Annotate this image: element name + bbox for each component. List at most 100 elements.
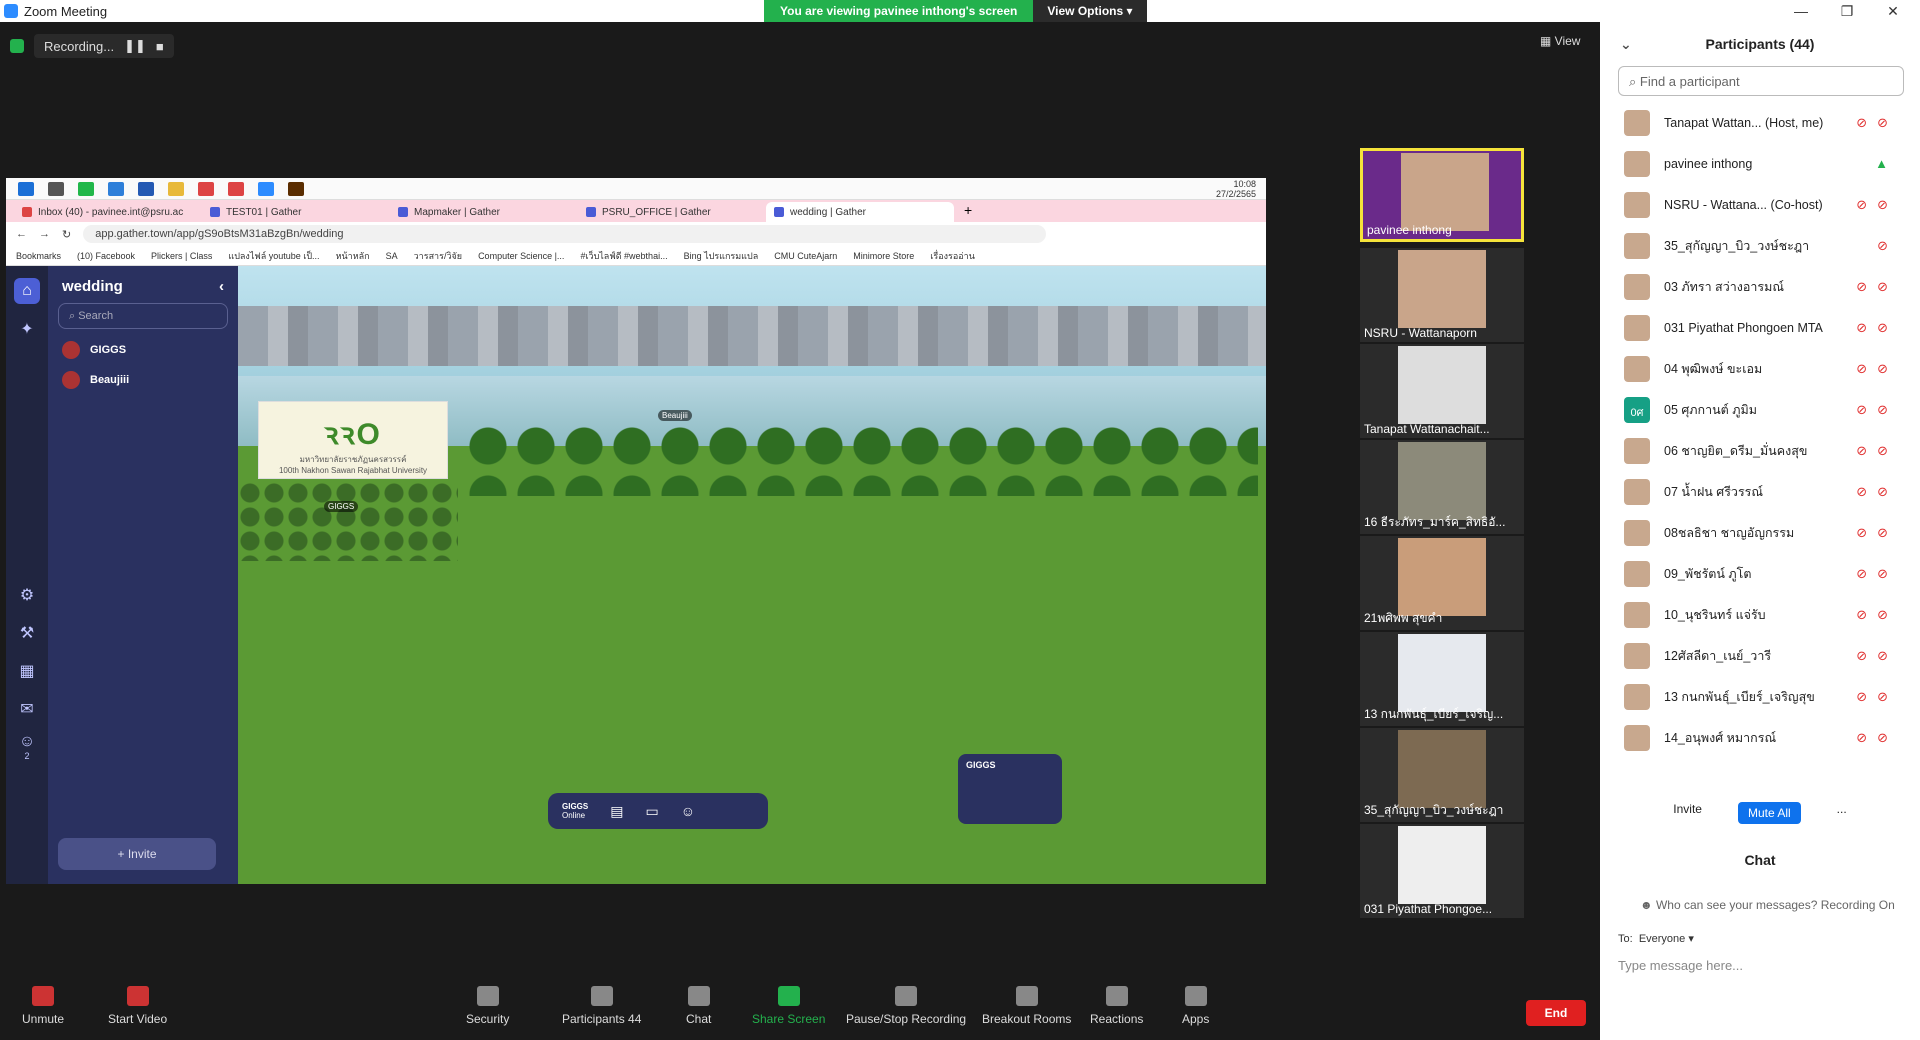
participants-button[interactable]: Participants 44 <box>562 986 641 1026</box>
participant-row[interactable]: 12ศัสลีดา_เนย์_วารี ⊘⊘ <box>1600 635 1920 676</box>
url-field[interactable]: app.gather.town/app/gS9oBtsM31aBzgBn/wed… <box>83 225 1046 243</box>
chrome-icon-2[interactable] <box>228 181 244 196</box>
map-icon[interactable]: ▤ <box>610 803 623 820</box>
chat-button[interactable]: Chat <box>686 986 711 1026</box>
edge-icon[interactable] <box>108 181 124 196</box>
windows-start-icon[interactable] <box>18 181 34 196</box>
recipient-dropdown[interactable]: Everyone <box>1639 933 1685 945</box>
browser-tab[interactable]: Inbox (40) - pavinee.int@psru.ac <box>14 202 202 222</box>
gather-search-input[interactable]: ⌕ Search <box>58 303 228 329</box>
screen-share-icon[interactable]: ▭ <box>645 803 658 820</box>
more-button[interactable]: ... <box>1837 802 1847 824</box>
find-participant-input[interactable]: ⌕ Find a participant <box>1618 66 1904 96</box>
pause-stop-recording-button[interactable]: Pause/Stop Recording <box>846 986 966 1026</box>
zoom-taskbar-icon[interactable] <box>258 181 274 196</box>
chrome-icon[interactable] <box>198 181 214 196</box>
participant-row[interactable]: 03 ภัทรา สว่างอารมณ์ ⊘⊘ <box>1600 266 1920 307</box>
bookmark[interactable]: Minimore Store <box>853 251 914 261</box>
video-thumb[interactable]: 16 ธีระภัทร_มาร์ค_สิทธิอั... <box>1360 440 1524 534</box>
close-icon[interactable]: ✕ <box>1870 0 1916 22</box>
browser-tab-active[interactable]: wedding | Gather <box>766 202 954 222</box>
restore-icon[interactable]: ❐ <box>1824 0 1870 22</box>
chat-visibility-note[interactable]: ☻ Who can see your messages? Recording O… <box>1640 898 1895 912</box>
video-thumb[interactable]: 031 Piyathat Phongoe... <box>1360 824 1524 918</box>
minimize-icon[interactable]: — <box>1778 0 1824 22</box>
participant-row[interactable]: 09_พัชรัตน์ ภูโต ⊘⊘ <box>1600 553 1920 594</box>
apps-button[interactable]: Apps <box>1182 986 1209 1026</box>
breakout-rooms-button[interactable]: Breakout Rooms <box>982 986 1071 1026</box>
explorer-icon[interactable] <box>168 181 184 196</box>
emoji-icon[interactable]: ☺ <box>681 803 695 819</box>
share-screen-button[interactable]: Share Screen <box>752 986 825 1026</box>
participant-row[interactable]: NSRU - Wattana... (Co-host) ⊘⊘ <box>1600 184 1920 225</box>
bookmark[interactable]: แปลงไฟล์ youtube เป็... <box>228 249 319 263</box>
participant-row[interactable]: 10_นุชรินทร์ แจ่รับ ⊘⊘ <box>1600 594 1920 635</box>
gather-map[interactable]: ꝛꝛO มหาวิทยาลัยราชภัฏนครสวรรค์ 100th Nak… <box>238 266 1266 884</box>
participant-row[interactable]: 14_อนุพงศ์ หมากรณ์ ⊘⊘ <box>1600 717 1920 758</box>
bookmark[interactable]: Computer Science |... <box>478 251 564 261</box>
reload-icon[interactable]: ↻ <box>62 228 71 241</box>
gather-invite-button[interactable]: + Invite <box>58 838 216 870</box>
self-status[interactable]: GIGGS Online <box>562 802 588 820</box>
new-tab-icon[interactable]: + <box>954 198 982 222</box>
browser-tab[interactable]: TEST01 | Gather <box>202 202 390 222</box>
participant-row[interactable]: 04 พุฒิพงษ์ ขะเอม ⊘⊘ <box>1600 348 1920 389</box>
browser-tab[interactable]: Mapmaker | Gather <box>390 202 578 222</box>
forward-icon[interactable]: → <box>39 228 50 240</box>
participant-row[interactable]: Tanapat Wattan... (Host, me) ⊘⊘ <box>1600 102 1920 143</box>
player-item[interactable]: Beaujiii <box>48 359 238 389</box>
participant-row[interactable]: pavinee inthong ▲ <box>1600 143 1920 184</box>
participant-row[interactable]: 08ชลธิชา ชาญอัญกรรม ⊘⊘ <box>1600 512 1920 553</box>
participant-row[interactable]: 35_สุกัญญา_บิว_วงษ์ชะฎา ⊘ <box>1600 225 1920 266</box>
home-icon[interactable]: ⌂ <box>14 278 40 304</box>
collapse-panel-chevron-icon[interactable]: ⌄ <box>1620 36 1632 53</box>
participant-row[interactable]: 031 Piyathat Phongoen MTA ⊘⊘ <box>1600 307 1920 348</box>
participant-row[interactable]: 13 กนกพันธุ์_เบียร์_เจริญสุข ⊘⊘ <box>1600 676 1920 717</box>
browser-tab[interactable]: PSRU_OFFICE | Gather <box>578 202 766 222</box>
participant-row[interactable]: 06 ชาญยิต_ดรีม_มั่นคงสุข ⊘⊘ <box>1600 430 1920 471</box>
settings-icon[interactable]: ⚙ <box>14 582 40 608</box>
pause-recording-icon[interactable]: ❚❚ <box>124 38 146 54</box>
line-app-icon[interactable] <box>78 181 94 196</box>
bookmark[interactable]: หน้าหลัก <box>336 249 370 263</box>
unmute-button[interactable]: Unmute <box>22 986 64 1026</box>
video-thumb[interactable]: Tanapat Wattanachait... <box>1360 344 1524 438</box>
bookmark[interactable]: SA <box>386 251 398 261</box>
pin-icon[interactable]: ✦ <box>14 316 40 342</box>
bookmark[interactable]: Bookmarks <box>16 251 61 261</box>
view-layout-button[interactable]: ▦ View <box>1540 34 1580 48</box>
bookmark[interactable]: Bing ไปรแกรมแปล <box>684 249 759 263</box>
participant-row[interactable]: 0ศ 05 ศุภกานต์ ภูมิม ⊘⊘ <box>1600 389 1920 430</box>
word-icon[interactable] <box>138 181 154 196</box>
security-button[interactable]: Security <box>466 986 509 1026</box>
bookmark[interactable]: วารสาร/วิจัย <box>414 249 462 263</box>
task-view-icon[interactable] <box>48 181 64 196</box>
bookmark[interactable]: (10) Facebook <box>77 251 135 261</box>
mute-all-button[interactable]: Mute All <box>1737 802 1801 824</box>
invite-button[interactable]: Invite <box>1673 802 1702 824</box>
end-button[interactable]: End <box>1526 1000 1586 1026</box>
participant-row[interactable]: 07 น้ำฝน ศรีวรรณ์ ⊘⊘ <box>1600 471 1920 512</box>
illustrator-icon[interactable] <box>288 181 304 196</box>
bookmark[interactable]: CMU CuteAjarn <box>774 251 837 261</box>
reactions-button[interactable]: Reactions <box>1090 986 1143 1026</box>
bookmark[interactable]: Plickers | Class <box>151 251 212 261</box>
view-options-button[interactable]: View Options ▾ <box>1033 0 1147 22</box>
build-hammer-icon[interactable]: ⚒ <box>14 620 40 646</box>
stop-recording-icon[interactable]: ■ <box>156 39 164 54</box>
bookmark[interactable]: #เว็บไลฟ์ดี #webthai... <box>580 249 667 263</box>
player-item[interactable]: GIGGS <box>48 329 238 359</box>
video-thumb[interactable]: NSRU - Wattanaporn <box>1360 248 1524 342</box>
video-thumb[interactable]: 35_สุกัญญา_บิว_วงษ์ชะฎา <box>1360 728 1524 822</box>
collapse-chevron-icon[interactable]: ‹ <box>219 278 224 295</box>
start-video-button[interactable]: Start Video <box>108 986 167 1026</box>
participants-icon[interactable]: ☺ 2 <box>14 733 40 761</box>
calendar-icon[interactable]: ▦ <box>14 658 40 684</box>
video-thumb[interactable]: 21พศิพพ สุขคำ <box>1360 536 1524 630</box>
chat-message-input[interactable]: Type message here... <box>1618 958 1743 973</box>
video-thumb[interactable]: pavinee inthong <box>1360 148 1524 242</box>
chat-bubble-icon[interactable]: ✉ <box>14 696 40 722</box>
video-thumb[interactable]: 13 กนกพันธุ์_เบียร์_เจริญ... <box>1360 632 1524 726</box>
back-icon[interactable]: ← <box>16 228 27 240</box>
bookmark[interactable]: เรื่องรออ่าน <box>930 249 975 263</box>
